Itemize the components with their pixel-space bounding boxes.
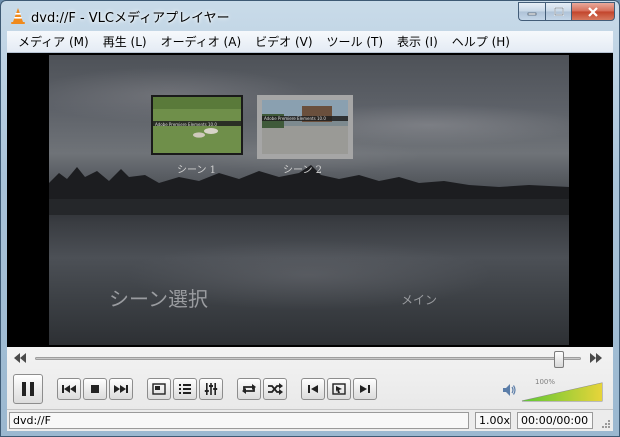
- pause-icon: [22, 382, 34, 396]
- window-controls: [518, 2, 615, 21]
- resize-grip-icon[interactable]: [601, 419, 611, 429]
- menu-video[interactable]: ビデオ (V): [248, 31, 319, 53]
- menu-audio[interactable]: オーディオ (A): [154, 31, 249, 53]
- volume-slider[interactable]: 100%: [521, 378, 603, 402]
- skip-next-icon: [114, 385, 128, 393]
- window-title: dvd://F - VLCメディアプレイヤー: [31, 11, 230, 26]
- vlc-cone-icon: [11, 8, 25, 24]
- seek-handle[interactable]: [553, 351, 564, 368]
- dvd-menu-scene: Adobe Premiere Elements 10.0 シーン 1 Adobe…: [49, 55, 569, 345]
- volume-triangle: [521, 382, 603, 402]
- seek-bar[interactable]: [35, 351, 581, 368]
- fast-forward-icon[interactable]: [589, 352, 603, 364]
- title-bar[interactable]: dvd://F - VLCメディアプレイヤー: [1, 1, 619, 31]
- extended-settings-button[interactable]: [199, 378, 223, 400]
- pause-button[interactable]: [13, 374, 43, 404]
- dvd-menu-title: シーン選択: [109, 287, 208, 311]
- maximize-button[interactable]: [545, 2, 571, 21]
- fullscreen-icon: [152, 383, 166, 395]
- speaker-icon[interactable]: [501, 382, 517, 398]
- previous-chapter-button[interactable]: [301, 378, 325, 400]
- previous-chapter-icon: [308, 385, 318, 393]
- media-location: dvd://F: [9, 412, 469, 429]
- shuffle-button[interactable]: [263, 378, 287, 400]
- thumbnail-caption-overlay: Adobe Premiere Elements 10.0: [264, 116, 326, 121]
- next-button[interactable]: [109, 378, 133, 400]
- playlist-button[interactable]: [173, 378, 197, 400]
- video-area[interactable]: Adobe Premiere Elements 10.0 シーン 1 Adobe…: [7, 53, 613, 347]
- menu-bar: メディア (M) 再生 (L) オーディオ (A) ビデオ (V) ツール (T…: [7, 31, 613, 53]
- volume-percent: 100%: [535, 378, 556, 386]
- dvd-menu-icon: [332, 383, 346, 395]
- scene-2-label[interactable]: シーン 2: [283, 161, 322, 176]
- vlc-window: dvd://F - VLCメディアプレイヤー メディア (M) 再生 (L) オ…: [0, 0, 620, 437]
- loop-icon: [242, 384, 256, 394]
- scene-1-label[interactable]: シーン 1: [177, 161, 216, 176]
- stop-icon: [91, 385, 99, 393]
- playlist-icon: [179, 384, 191, 394]
- scene-thumbnail-1[interactable]: Adobe Premiere Elements 10.0: [151, 95, 243, 155]
- next-chapter-icon: [360, 385, 370, 393]
- menu-media[interactable]: メディア (M): [11, 31, 96, 53]
- water-reflection: [49, 215, 569, 345]
- shuffle-icon: [268, 383, 283, 395]
- control-panel: 100%: [7, 347, 613, 409]
- rewind-icon[interactable]: [13, 352, 27, 364]
- thumbnail-caption-overlay: Adobe Premiere Elements 10.0: [155, 122, 217, 127]
- main-menu-link[interactable]: メイン: [401, 291, 437, 308]
- scene-2-image: [262, 100, 348, 154]
- close-icon: [588, 6, 598, 17]
- fullscreen-button[interactable]: [147, 378, 171, 400]
- minimize-icon: [527, 12, 537, 15]
- equalizer-icon: [204, 383, 218, 395]
- dvd-menu-button[interactable]: [327, 378, 351, 400]
- minimize-button[interactable]: [518, 2, 545, 21]
- menu-help[interactable]: ヘルプ (H): [445, 31, 517, 53]
- previous-button[interactable]: [57, 378, 81, 400]
- menu-playback[interactable]: 再生 (L): [96, 31, 154, 53]
- playback-speed[interactable]: 1.00x: [475, 412, 511, 429]
- scene-thumbnail-2[interactable]: Adobe Premiere Elements 10.0: [257, 95, 353, 159]
- maximize-icon: [553, 7, 564, 16]
- status-bar: dvd://F 1.00x 00:00/00:00: [7, 409, 613, 431]
- time-display[interactable]: 00:00/00:00: [517, 412, 593, 429]
- menu-view[interactable]: 表示 (I): [390, 31, 445, 53]
- stop-button[interactable]: [83, 378, 107, 400]
- loop-button[interactable]: [237, 378, 261, 400]
- next-chapter-button[interactable]: [353, 378, 377, 400]
- skip-previous-icon: [62, 385, 76, 393]
- close-button[interactable]: [571, 2, 615, 21]
- menu-tools[interactable]: ツール (T): [320, 31, 391, 53]
